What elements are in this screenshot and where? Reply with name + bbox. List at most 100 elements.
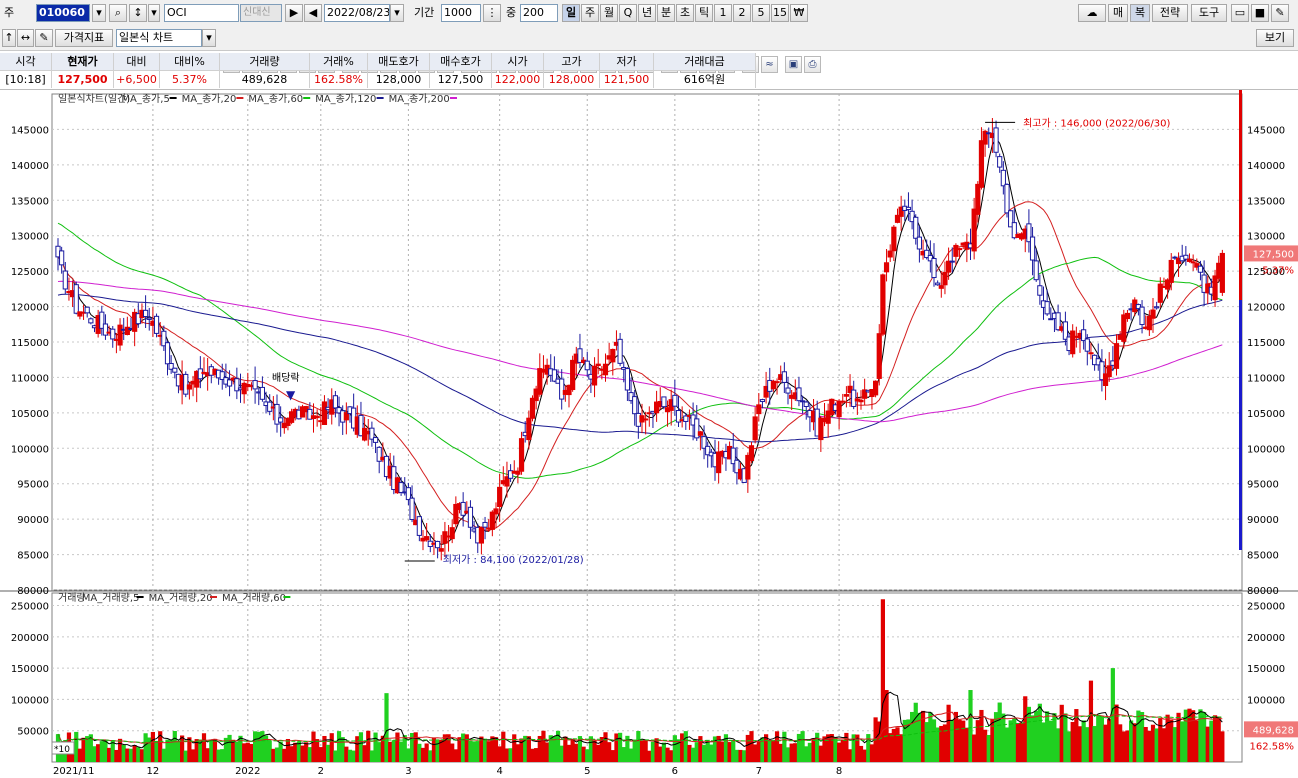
save-icon[interactable]: ■ — [1251, 4, 1269, 22]
period-spin-icon[interactable]: ⋮ — [483, 4, 501, 22]
timeframe-button[interactable]: ₩ — [790, 4, 808, 22]
price-tick-left: 90000 — [17, 515, 49, 526]
timeframe-button[interactable]: 주 — [581, 4, 599, 22]
legend-item: MA_종가,120 — [315, 93, 376, 105]
x-tick-label: 3 — [405, 766, 411, 777]
quote-value: 122,000 — [492, 71, 544, 88]
search-icon[interactable]: ⌕ — [109, 4, 127, 22]
candle-body — [438, 548, 444, 552]
timeframe-button[interactable]: 초 — [676, 4, 694, 22]
price-tick-left: 115000 — [11, 338, 49, 349]
stock-code-input[interactable]: 010060 — [36, 4, 90, 22]
volume-bar — [968, 690, 973, 762]
cloud-icon[interactable]: ☁ — [1078, 4, 1106, 22]
timeframe-button[interactable]: 틱 — [695, 4, 713, 22]
price-chart[interactable]: 145000 145000 140000 140000 135000 135000 1300… — [0, 90, 1298, 778]
mid-input[interactable]: 200 — [520, 4, 558, 22]
timeframe-button[interactable]: 1 — [714, 4, 732, 22]
right-button-0[interactable]: 매 — [1108, 4, 1128, 22]
price-tick-left: 145000 — [11, 125, 49, 136]
candle-body — [489, 511, 495, 530]
volume-bar — [1165, 714, 1170, 762]
volume-bar — [785, 747, 791, 762]
candle-body — [164, 342, 171, 365]
volume-bar — [961, 720, 966, 762]
quote-header: 거래% — [310, 53, 368, 70]
chart-type-dropdown-icon[interactable]: ▾ — [202, 29, 216, 47]
volume-bar — [424, 743, 429, 762]
indicator-button[interactable]: 가격지표 — [55, 29, 113, 47]
candle-body — [1212, 275, 1218, 301]
candle-body — [559, 378, 565, 400]
timeframe-button[interactable]: 2 — [733, 4, 751, 22]
volume-bar — [899, 734, 904, 762]
volume-bar — [738, 749, 743, 762]
stock-name-field[interactable]: OCI — [164, 4, 239, 22]
mid-label: 중 — [506, 6, 517, 19]
code-dropdown-arrow[interactable]: ▾ — [92, 4, 106, 22]
view-button[interactable]: 보기 — [1256, 29, 1294, 47]
price-tick-left: 105000 — [11, 409, 49, 420]
candle-body — [836, 400, 842, 418]
up-icon[interactable]: ↑ — [2, 29, 16, 47]
volume-bar — [866, 734, 871, 762]
timeframe-button[interactable]: 월 — [600, 4, 618, 22]
candle-body — [891, 226, 897, 252]
edit-icon[interactable]: ✎ — [35, 29, 53, 47]
period-input[interactable]: 1000 — [441, 4, 481, 22]
candle-body — [435, 540, 441, 549]
timeframe-button[interactable]: 년 — [638, 4, 656, 22]
next-play-icon[interactable]: ▶ — [285, 4, 303, 22]
volume-tick-left: 200000 — [11, 633, 49, 644]
folder-icon[interactable]: ▭ — [1231, 4, 1249, 22]
volume-bar — [355, 736, 360, 762]
candle-body — [946, 260, 952, 273]
volume-bar — [475, 741, 480, 762]
timeframe-button[interactable]: 일 — [562, 4, 580, 22]
volume-bar — [103, 739, 108, 762]
volume-bar — [99, 741, 104, 762]
candle-body — [518, 438, 525, 472]
volume-bar — [1085, 727, 1090, 762]
chart-type-select[interactable]: 일본식 차트 — [116, 29, 202, 47]
right-button-1[interactable]: 복 — [1130, 4, 1150, 22]
candle-body — [993, 127, 999, 153]
price-tick-left: 100000 — [11, 444, 49, 455]
prev-play-icon[interactable]: ◀ — [304, 4, 322, 22]
volume-bar — [450, 743, 455, 762]
sort-dropdown-icon[interactable]: ▾ — [148, 4, 160, 22]
calendar-dropdown-icon[interactable]: ▾ — [390, 4, 404, 22]
volume-bar — [1147, 730, 1152, 762]
drawing-toolbar: ↑ ↔ ✎ 가격지표 일본식 차트 ▾ ╱∠◠⋰—│|||▥▤⫛⟋⫽✎◆⌫▦⊠⇧… — [0, 26, 1298, 73]
volume-bar — [304, 742, 309, 762]
volume-bar — [227, 734, 232, 762]
volume-bar — [110, 740, 115, 762]
right-button-3[interactable]: 도구 — [1191, 4, 1227, 22]
volume-bar — [220, 749, 225, 762]
volume-bar — [384, 693, 389, 762]
volume-bar — [833, 737, 838, 762]
timeframe-button[interactable]: 15 — [771, 4, 789, 22]
volume-bar — [1070, 721, 1075, 762]
timeframe-button[interactable]: 분 — [657, 4, 675, 22]
pan-icon[interactable]: ↔ — [17, 29, 34, 47]
price-tick-left: 120000 — [11, 303, 49, 314]
sort-icon[interactable]: ↕ — [129, 4, 147, 22]
right-button-2[interactable]: 전략 — [1152, 4, 1188, 22]
price-tick-left: 85000 — [17, 551, 49, 562]
timeframe-button[interactable]: Q — [619, 4, 637, 22]
volume-bar — [461, 733, 466, 762]
price-tick-right: 90000 — [1247, 515, 1279, 526]
settings-icon[interactable]: ✎ — [1271, 4, 1289, 22]
date-input[interactable]: 2022/08/23 — [324, 4, 390, 22]
quote-value: [10:18] — [0, 71, 52, 88]
timeframe-button[interactable]: 5 — [752, 4, 770, 22]
volume-bar — [326, 744, 331, 762]
candle-body — [172, 367, 178, 373]
volume-bar — [742, 750, 747, 762]
volume-bar — [1216, 716, 1221, 762]
x-tick-label: 2022 — [235, 766, 260, 777]
x-tick-label: 7 — [756, 766, 762, 777]
candle-body — [949, 260, 955, 263]
volume-bar — [837, 742, 842, 762]
